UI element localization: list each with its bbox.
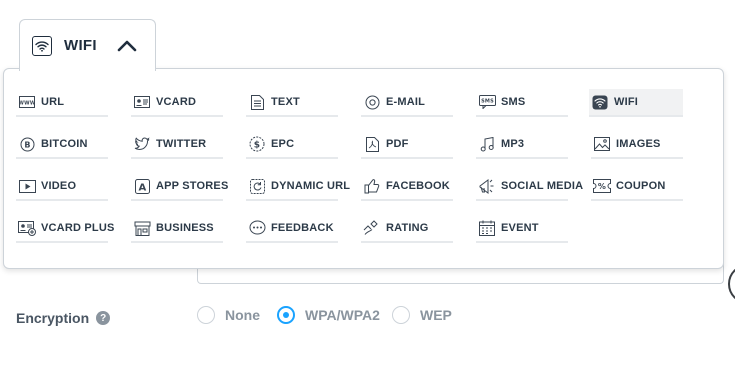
menu-item-label: COUPON bbox=[616, 180, 666, 192]
at-icon bbox=[363, 93, 381, 111]
euro-icon: $ bbox=[248, 135, 266, 153]
menu-item-label: RATING bbox=[386, 222, 429, 234]
menu-item-label: TEXT bbox=[271, 96, 300, 108]
radio-wep[interactable]: WEP bbox=[392, 306, 452, 324]
menu-item-pdf[interactable]: PDF bbox=[361, 131, 453, 159]
menu-item-video[interactable]: VIDEO bbox=[16, 173, 108, 201]
app-store-icon: A bbox=[133, 177, 151, 195]
pdf-icon bbox=[363, 135, 381, 153]
radio-none[interactable]: None bbox=[197, 306, 260, 324]
svg-text:WWW: WWW bbox=[19, 101, 35, 107]
menu-item-mp3[interactable]: MP3 bbox=[476, 131, 568, 159]
menu-item-label: VCARD bbox=[156, 96, 197, 108]
menu-item-url[interactable]: WWW URL bbox=[16, 89, 108, 117]
menu-item-images[interactable]: IMAGES bbox=[591, 131, 683, 159]
menu-item-wifi[interactable]: WIFI bbox=[589, 89, 683, 117]
menu-item-label: FACEBOOK bbox=[386, 180, 450, 192]
sms-icon: SMS bbox=[478, 93, 496, 111]
menu-item-label: SMS bbox=[501, 96, 526, 108]
help-icon[interactable]: ? bbox=[96, 311, 111, 325]
menu-item-bitcoin[interactable]: B BITCOIN bbox=[16, 131, 108, 159]
menu-item-sms[interactable]: SMS SMS bbox=[476, 89, 568, 117]
megaphone-icon bbox=[478, 177, 496, 195]
image-icon bbox=[593, 135, 611, 153]
tab-label: WIFI bbox=[64, 37, 97, 54]
menu-item-label: DYNAMIC URL bbox=[271, 180, 351, 192]
menu-item-label: URL bbox=[41, 96, 65, 108]
text-icon bbox=[248, 93, 266, 111]
radio-label: WPA/WPA2 bbox=[305, 307, 380, 323]
menu-item-label: IMAGES bbox=[616, 138, 661, 150]
svg-text:SMS: SMS bbox=[481, 99, 494, 105]
menu-item-epc[interactable]: $ EPC bbox=[246, 131, 338, 159]
menu-item-label: E-MAIL bbox=[386, 96, 426, 108]
encryption-label: Encryption ? bbox=[16, 310, 111, 326]
menu-item-label: MP3 bbox=[501, 138, 525, 150]
coupon-icon: % bbox=[593, 177, 611, 195]
wifi-icon bbox=[591, 93, 609, 111]
menu-item-label: VIDEO bbox=[41, 180, 77, 192]
menu-item-rating[interactable]: RATING bbox=[361, 215, 453, 243]
menu-item-facebook[interactable]: FACEBOOK bbox=[361, 173, 453, 201]
radio-wpa[interactable]: WPA/WPA2 bbox=[277, 306, 380, 324]
thumbs-up-icon bbox=[363, 177, 381, 195]
menu-item-coupon[interactable]: % COUPON bbox=[591, 173, 683, 201]
chat-icon bbox=[248, 219, 266, 237]
menu-item-app-stores[interactable]: A APP STORES bbox=[131, 173, 228, 201]
svg-text:$: $ bbox=[254, 141, 260, 151]
menu-item-label: VCARD PLUS bbox=[41, 222, 115, 234]
vcard-icon bbox=[133, 93, 151, 111]
side-button[interactable] bbox=[728, 264, 735, 304]
video-icon bbox=[18, 177, 36, 195]
refresh-icon bbox=[248, 177, 266, 195]
tab-connector bbox=[20, 66, 155, 70]
radio-button[interactable] bbox=[392, 306, 410, 324]
radio-button[interactable] bbox=[277, 306, 295, 324]
menu-item-vcard[interactable]: VCARD bbox=[131, 89, 223, 117]
calendar-icon bbox=[478, 219, 496, 237]
menu-item-label: PDF bbox=[386, 138, 409, 150]
menu-item-twitter[interactable]: TWITTER bbox=[131, 131, 223, 159]
menu-item-vcard-plus[interactable]: VCARD PLUS bbox=[16, 215, 114, 243]
menu-item-label: TWITTER bbox=[156, 138, 207, 150]
bitcoin-icon: B bbox=[18, 135, 36, 153]
menu-item-label: APP STORES bbox=[156, 180, 229, 192]
menu-item-dynamic-url[interactable]: DYNAMIC URL bbox=[246, 173, 350, 201]
menu-item-label: SOCIAL MEDIA bbox=[501, 180, 584, 192]
menu-item-text[interactable]: TEXT bbox=[246, 89, 338, 117]
menu-item-label: BITCOIN bbox=[41, 138, 88, 150]
store-icon bbox=[133, 219, 151, 237]
svg-text:A: A bbox=[138, 182, 146, 193]
qr-type-menu: WWW URL VCARD TEXT E-MAIL SMS SMS WIFI B BITCOIN T… bbox=[3, 68, 724, 269]
menu-item-label: WIFI bbox=[614, 96, 639, 108]
svg-text:B: B bbox=[24, 140, 30, 149]
wifi-icon bbox=[32, 35, 52, 56]
menu-item-business[interactable]: BUSINESS bbox=[131, 215, 223, 243]
radio-label: WEP bbox=[420, 307, 452, 323]
menu-item-event[interactable]: EVENT bbox=[476, 215, 568, 243]
menu-item-label: EVENT bbox=[501, 222, 539, 234]
menu-item-label: EPC bbox=[271, 138, 295, 150]
menu-item-e-mail[interactable]: E-MAIL bbox=[361, 89, 453, 117]
menu-item-label: BUSINESS bbox=[156, 222, 214, 234]
radio-label: None bbox=[225, 307, 260, 323]
music-icon bbox=[478, 135, 496, 153]
menu-item-feedback[interactable]: FEEDBACK bbox=[246, 215, 338, 243]
radio-button[interactable] bbox=[197, 306, 215, 324]
chevron-up-icon[interactable] bbox=[117, 40, 137, 52]
rating-icon bbox=[363, 219, 381, 237]
menu-item-label: FEEDBACK bbox=[271, 222, 334, 234]
qr-type-tab[interactable]: WIFI bbox=[19, 19, 156, 71]
vcard-plus-icon bbox=[18, 219, 36, 237]
menu-item-social-media[interactable]: SOCIAL MEDIA bbox=[476, 173, 583, 201]
encryption-label-text: Encryption bbox=[16, 310, 90, 326]
twitter-icon bbox=[133, 135, 151, 153]
url-icon: WWW bbox=[18, 93, 36, 111]
svg-text:%: % bbox=[598, 182, 606, 191]
